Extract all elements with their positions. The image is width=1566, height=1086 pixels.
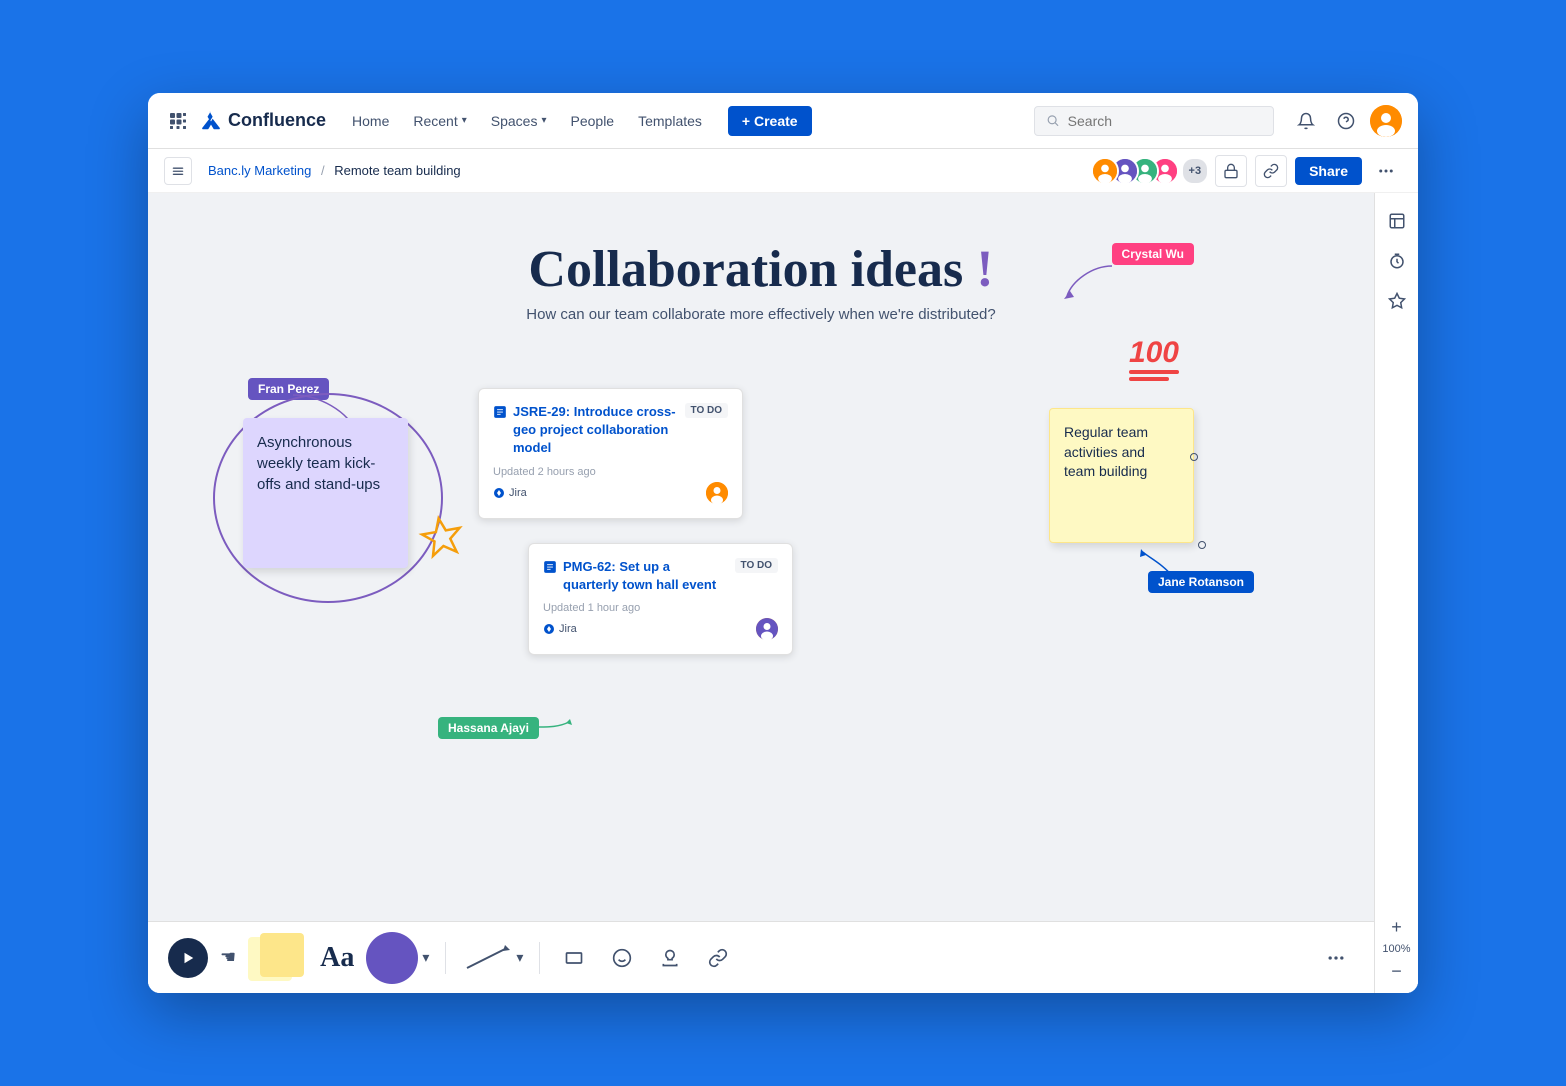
more-tools-button[interactable] bbox=[1318, 940, 1354, 976]
main-area: Collaboration ideas ! How can our team c… bbox=[148, 193, 1418, 993]
chevron-down-icon: ▾ bbox=[541, 115, 546, 126]
search-bar[interactable] bbox=[1034, 106, 1274, 136]
line-tool-icon bbox=[462, 943, 512, 973]
chevron-down-icon[interactable]: ▾ bbox=[516, 949, 523, 966]
more-options-button[interactable] bbox=[1370, 155, 1402, 187]
zoom-controls: + 100% − bbox=[1374, 905, 1418, 993]
sidebar-toggle[interactable] bbox=[164, 157, 192, 185]
logo-text: Confluence bbox=[228, 110, 326, 131]
jira-status-2: TO DO bbox=[735, 558, 778, 573]
crystal-wu-arrow bbox=[1062, 261, 1122, 301]
text-tool[interactable]: Aa bbox=[320, 942, 354, 974]
collaborator-avatar-1[interactable] bbox=[1091, 157, 1119, 185]
annotation-crystal-wu: Crystal Wu bbox=[1112, 243, 1194, 265]
jira-logo-1 bbox=[493, 487, 505, 499]
breadcrumb-bar: Banc.ly Marketing / Remote team building… bbox=[148, 149, 1418, 193]
breadcrumb-current: Remote team building bbox=[334, 163, 460, 178]
cursor-dot-1 bbox=[1190, 453, 1198, 461]
sidebar-timer-icon[interactable] bbox=[1381, 245, 1413, 277]
nav-templates[interactable]: Templates bbox=[628, 107, 712, 135]
hassana-tag: Hassana Ajayi bbox=[438, 717, 539, 739]
nav-home[interactable]: Home bbox=[342, 107, 399, 135]
canvas[interactable]: Collaboration ideas ! How can our team c… bbox=[148, 193, 1374, 921]
notification-button[interactable] bbox=[1290, 105, 1322, 137]
canvas-title-block: Collaboration ideas ! How can our team c… bbox=[526, 241, 996, 323]
search-input[interactable] bbox=[1068, 113, 1261, 129]
nav-recent[interactable]: Recent ▾ bbox=[403, 107, 476, 135]
avatar-count: +3 bbox=[1183, 159, 1208, 183]
sidebar-star-icon[interactable] bbox=[1381, 285, 1413, 317]
sidebar-table-icon[interactable] bbox=[1381, 205, 1413, 237]
nav-icons bbox=[1290, 105, 1402, 137]
bottom-toolbar: ☚ Aa ▾ ▾ bbox=[148, 921, 1374, 993]
emoji-tool[interactable] bbox=[604, 940, 640, 976]
separator-2 bbox=[539, 942, 540, 974]
jira-status-1: TO DO bbox=[685, 403, 728, 418]
jira-icon-1 bbox=[493, 405, 507, 419]
share-button[interactable]: Share bbox=[1295, 157, 1362, 185]
nav-people[interactable]: People bbox=[561, 107, 625, 135]
nav-links: Home Recent ▾ Spaces ▾ People Templates bbox=[342, 107, 712, 135]
jira-assignee-2 bbox=[756, 618, 778, 640]
jane-arrow bbox=[1138, 549, 1188, 579]
rectangle-tool[interactable] bbox=[556, 940, 592, 976]
jira-icon-2 bbox=[543, 560, 557, 574]
help-button[interactable] bbox=[1330, 105, 1362, 137]
annotation-fran-perez: Fran Perez bbox=[248, 378, 329, 400]
zoom-level: 100% bbox=[1382, 941, 1410, 957]
canvas-content: Collaboration ideas ! How can our team c… bbox=[148, 193, 1374, 921]
star-decoration bbox=[413, 509, 473, 578]
annotation-jane-rotanson: Jane Rotanson bbox=[1148, 571, 1254, 593]
collaborator-avatars: +3 bbox=[1091, 157, 1208, 185]
nav-spaces[interactable]: Spaces ▾ bbox=[481, 107, 557, 135]
jira-logo-2 bbox=[543, 623, 555, 635]
search-icon bbox=[1047, 114, 1060, 128]
jira-card-2[interactable]: PMG-62: Set up a quarterly town hall eve… bbox=[528, 543, 793, 655]
jira-source-2: Jira bbox=[543, 623, 577, 635]
jira-updated-1: Updated 2 hours ago bbox=[493, 466, 728, 478]
lock-button[interactable] bbox=[1215, 155, 1247, 187]
canvas-subtitle: How can our team collaborate more effect… bbox=[526, 306, 996, 323]
breadcrumb: Banc.ly Marketing / Remote team building bbox=[208, 163, 461, 178]
user-avatar[interactable] bbox=[1370, 105, 1402, 137]
breadcrumb-actions: +3 Share bbox=[1091, 155, 1418, 187]
right-sidebar bbox=[1374, 193, 1418, 993]
canvas-title: Collaboration ideas ! bbox=[526, 241, 996, 298]
jira-assignee-1 bbox=[706, 482, 728, 504]
stickies-tool[interactable] bbox=[248, 933, 308, 983]
jira-updated-2: Updated 1 hour ago bbox=[543, 602, 778, 614]
grid-icon[interactable] bbox=[164, 107, 192, 135]
hand-tool[interactable]: ☚ bbox=[220, 947, 236, 968]
play-button[interactable] bbox=[168, 938, 208, 978]
line-tool[interactable]: ▾ bbox=[462, 943, 523, 973]
jira-card-1[interactable]: JSRE-29: Introduce cross-geo project col… bbox=[478, 388, 743, 519]
navbar: Confluence Home Recent ▾ Spaces ▾ People… bbox=[148, 93, 1418, 149]
sticky-note-purple[interactable]: Asynchronous weekly team kick-offs and s… bbox=[243, 418, 408, 568]
shape-tool[interactable]: ▾ bbox=[366, 932, 429, 984]
create-button[interactable]: + Create bbox=[728, 106, 812, 136]
link-button[interactable] bbox=[1255, 155, 1287, 187]
annotation-hassana-ajayi: Hassana Ajayi bbox=[438, 717, 539, 739]
app-window: Confluence Home Recent ▾ Spaces ▾ People… bbox=[148, 93, 1418, 993]
jira-source-1: Jira bbox=[493, 487, 527, 499]
cursor-dot-2 bbox=[1198, 541, 1206, 549]
chevron-down-icon[interactable]: ▾ bbox=[422, 949, 429, 966]
crystal-wu-tag: Crystal Wu bbox=[1112, 243, 1194, 265]
zoom-in-button[interactable]: + bbox=[1381, 913, 1413, 941]
sticky-note-yellow[interactable]: Regular team activities and team buildin… bbox=[1049, 408, 1194, 543]
stamp-tool[interactable] bbox=[652, 940, 688, 976]
separator-1 bbox=[445, 942, 446, 974]
zoom-out-button[interactable]: − bbox=[1381, 957, 1413, 985]
logo[interactable]: Confluence bbox=[200, 110, 326, 132]
link-tool[interactable] bbox=[700, 940, 736, 976]
hundred-decoration: 100 bbox=[1129, 338, 1179, 381]
breadcrumb-parent[interactable]: Banc.ly Marketing bbox=[208, 163, 311, 178]
chevron-down-icon: ▾ bbox=[462, 115, 467, 126]
hassana-arrow bbox=[534, 717, 574, 737]
